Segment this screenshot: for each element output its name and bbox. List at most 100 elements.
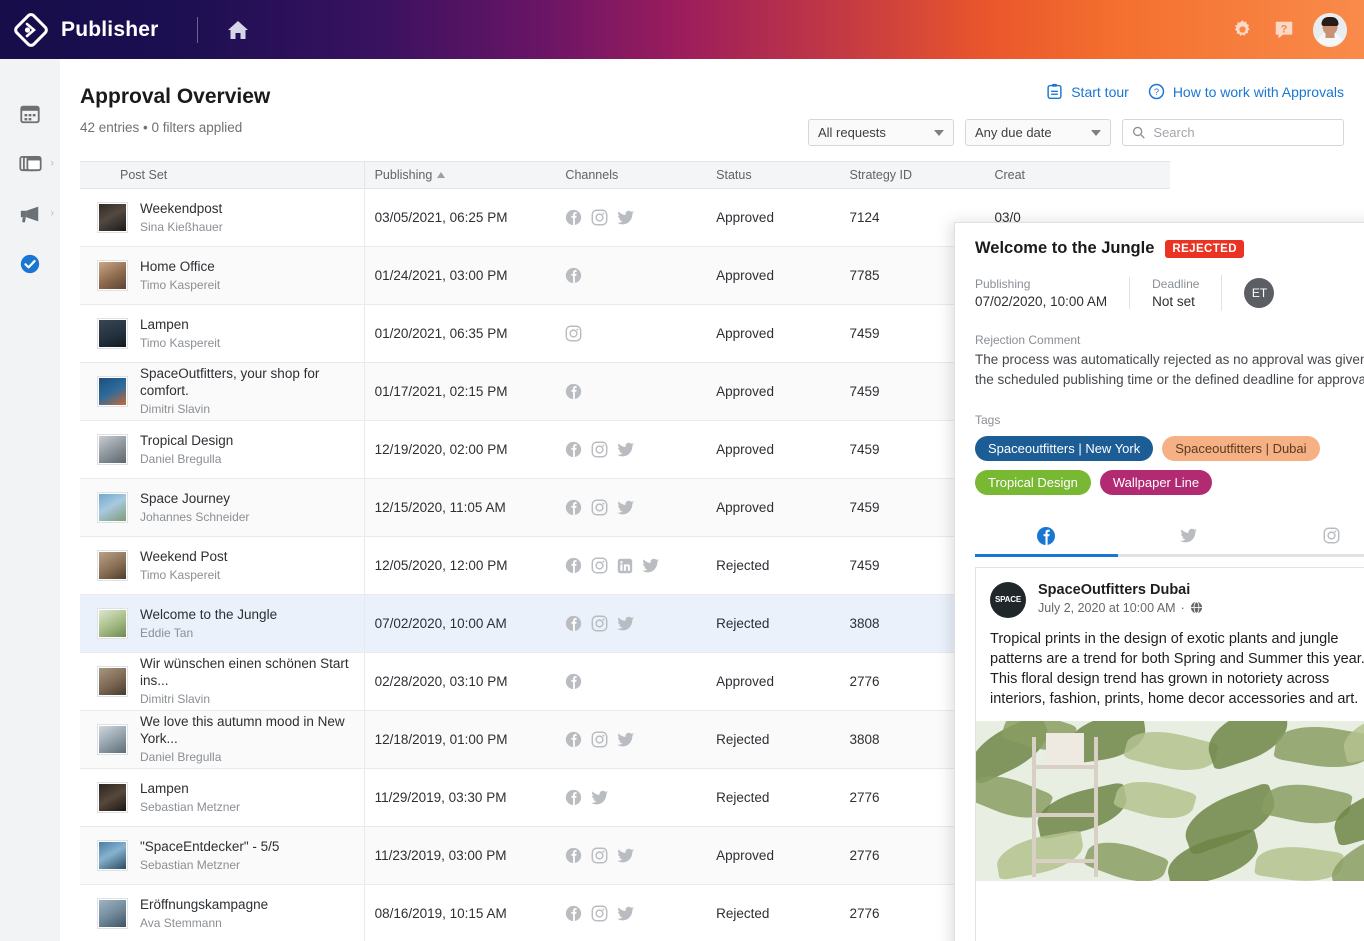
sidebar-item-calendar[interactable] bbox=[0, 97, 60, 131]
search-input[interactable] bbox=[1153, 125, 1334, 140]
instagram-icon bbox=[591, 731, 608, 748]
instagram-icon bbox=[591, 441, 608, 458]
post-title: Wir wünschen einen schönen Start ins... bbox=[140, 656, 349, 689]
post-thumbnail bbox=[98, 492, 127, 522]
column-header-channels[interactable]: Channels bbox=[555, 161, 707, 189]
cell-publishing: 12/15/2020, 11:05 AM bbox=[363, 478, 556, 537]
chevron-right-icon: › bbox=[50, 207, 54, 220]
main-content: Approval Overview 42 entries • 0 filters… bbox=[60, 59, 1364, 941]
how-to-label: How to work with Approvals bbox=[1172, 83, 1344, 100]
post-thumbnail bbox=[98, 608, 127, 638]
instagram-icon bbox=[591, 615, 608, 632]
meta-publishing-label: Publishing bbox=[975, 277, 1031, 291]
tab-instagram[interactable] bbox=[1260, 518, 1364, 554]
settings-button[interactable] bbox=[1229, 17, 1255, 43]
sidebar-item-approvals[interactable] bbox=[0, 247, 60, 281]
cell-channels bbox=[555, 768, 707, 827]
sidebar-item-content[interactable]: › bbox=[0, 147, 60, 181]
column-header-post-set[interactable]: Post Set bbox=[80, 161, 365, 189]
home-icon bbox=[227, 20, 248, 39]
avatar[interactable] bbox=[1313, 12, 1347, 47]
linkedin-icon bbox=[618, 558, 633, 573]
status-badge: REJECTED bbox=[1165, 239, 1244, 258]
cell-publishing: 07/02/2020, 10:00 AM bbox=[363, 594, 556, 653]
post-thumbnail bbox=[98, 550, 127, 580]
sidebar-item-campaigns[interactable]: › bbox=[0, 197, 60, 231]
detail-meta-row: Publishing 07/02/2020, 10:00 AM Deadline… bbox=[975, 275, 1364, 311]
left-sidebar: › › bbox=[0, 59, 60, 941]
post-author: Dimitri Slavin bbox=[140, 692, 211, 707]
post-author: Eddie Tan bbox=[140, 625, 194, 640]
help-button[interactable]: ? bbox=[1271, 17, 1297, 43]
post-title: Welcome to the Jungle bbox=[140, 606, 278, 622]
column-header-strategy-id[interactable]: Strategy ID bbox=[839, 161, 985, 189]
tag-chip[interactable]: Spaceoutfitters | Dubai bbox=[1162, 435, 1320, 461]
column-header-created[interactable]: Creat bbox=[984, 161, 1170, 189]
cell-post-set: "SpaceEntdecker" - 5/5 Sebastian Metzner bbox=[80, 826, 365, 885]
globe-icon bbox=[1190, 601, 1202, 614]
megaphone-icon bbox=[20, 206, 39, 223]
svg-text:?: ? bbox=[1281, 23, 1288, 35]
column-header-publishing[interactable]: Publishing bbox=[363, 161, 556, 189]
channel-icons bbox=[565, 673, 696, 690]
channel-icons bbox=[565, 905, 696, 922]
post-title: Home Office bbox=[140, 258, 215, 274]
requests-filter-select[interactable]: All requests bbox=[808, 119, 954, 146]
post-title: Lampen bbox=[140, 780, 189, 796]
tag-chip[interactable]: Spaceoutfitters | New York bbox=[975, 435, 1154, 461]
meta-deadline-value: Not set bbox=[1152, 294, 1195, 309]
post-author: Timo Kaspereit bbox=[140, 277, 221, 292]
tab-facebook[interactable] bbox=[975, 518, 1118, 557]
search-icon bbox=[1132, 126, 1145, 139]
channel-icons bbox=[565, 847, 696, 864]
column-header-status[interactable]: Status bbox=[706, 161, 840, 189]
cell-channels bbox=[555, 304, 707, 363]
separator-dot: · bbox=[1180, 600, 1185, 615]
cell-post-set: Tropical Design Daniel Bregulla bbox=[80, 420, 365, 479]
facebook-icon bbox=[566, 557, 582, 574]
twitter-icon bbox=[617, 732, 635, 746]
tag-chip[interactable]: Tropical Design bbox=[975, 469, 1091, 495]
tags-list: Spaceoutfitters | New York Spaceoutfitter… bbox=[975, 435, 1364, 495]
twitter-icon bbox=[617, 500, 635, 514]
instagram-icon bbox=[591, 209, 608, 226]
how-to-link[interactable]: ? How to work with Approvals bbox=[1148, 83, 1344, 100]
tag-chip[interactable]: Wallpaper Line bbox=[1099, 469, 1213, 495]
twitter-icon bbox=[642, 558, 660, 572]
due-date-filter-select[interactable]: Any due date bbox=[965, 119, 1111, 146]
post-author: Timo Kaspereit bbox=[140, 567, 221, 582]
tab-twitter[interactable] bbox=[1118, 518, 1261, 554]
gear-icon bbox=[1234, 20, 1250, 36]
facebook-icon bbox=[566, 383, 582, 400]
post-thumbnail bbox=[98, 376, 127, 406]
channel-icons bbox=[565, 441, 696, 458]
cell-status: Rejected bbox=[706, 594, 840, 653]
post-author: Daniel Bregulla bbox=[140, 750, 222, 765]
channel-icons bbox=[565, 383, 696, 400]
rejection-comment-text: The process was automatically rejected a… bbox=[975, 352, 1364, 388]
home-button[interactable] bbox=[224, 16, 252, 44]
cell-channels bbox=[555, 188, 707, 247]
meta-deadline: Deadline Not set bbox=[1129, 277, 1221, 309]
facebook-icon bbox=[566, 209, 582, 226]
cell-status: Rejected bbox=[706, 710, 840, 769]
owner-avatar[interactable]: ET bbox=[1244, 278, 1275, 308]
cell-status: Rejected bbox=[706, 884, 840, 941]
facebook-icon bbox=[1037, 526, 1056, 545]
detail-panel: Welcome to the Jungle REJECTED ✕ Publish… bbox=[954, 222, 1364, 941]
cell-status: Rejected bbox=[706, 768, 840, 827]
detail-panel-body: Rejection Comment The process was automa… bbox=[955, 311, 1364, 495]
tags-label: Tags bbox=[975, 412, 1001, 427]
cell-post-set: Home Office Timo Kaspereit bbox=[80, 246, 365, 305]
cell-channels bbox=[555, 652, 707, 711]
channel-icons bbox=[565, 615, 696, 632]
due-date-filter-value: Any due date bbox=[975, 125, 1052, 140]
brand[interactable]: Publisher bbox=[0, 12, 159, 47]
brand-name: Publisher bbox=[61, 17, 159, 41]
search-box[interactable] bbox=[1122, 119, 1344, 146]
post-author: Daniel Bregulla bbox=[140, 451, 222, 466]
post-author: Johannes Schneider bbox=[140, 509, 250, 524]
channel-icons bbox=[565, 731, 696, 748]
start-tour-link[interactable]: Start tour bbox=[1046, 83, 1129, 100]
header-row: Post Set Publishing Channels Status Stra bbox=[80, 161, 1170, 189]
